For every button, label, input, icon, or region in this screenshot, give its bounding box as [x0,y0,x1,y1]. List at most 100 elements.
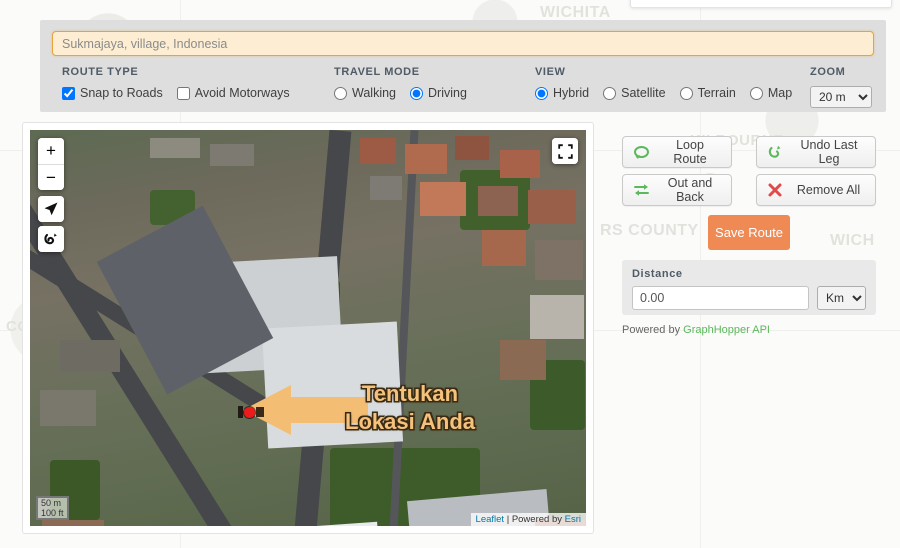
snap-to-roads-checkbox[interactable] [62,86,75,100]
esri-link[interactable]: Esri [565,514,581,525]
locate-arrow-icon[interactable] [38,196,64,222]
fullscreen-control[interactable] [552,138,578,164]
remove-all-label: Remove All [796,183,861,197]
distance-unit-select[interactable]: KmMimft [817,286,866,310]
out-and-back-icon [633,182,650,198]
building-roof [40,390,96,426]
radio-walking[interactable]: Walking [334,86,396,100]
location-marker[interactable] [238,406,264,418]
annotation-line-2: Lokasi Anda [345,409,475,434]
loop-route-button[interactable]: Loop Route [622,136,732,168]
zoom-select[interactable]: 20 m50 m100 m200 m500 m1 km [810,86,872,108]
building-roof [528,190,576,224]
radio-terrain[interactable]: Terrain [679,86,736,100]
route-type-group: ROUTE TYPE Snap to Roads Avoid Motorways [62,66,290,100]
walking-label: Walking [352,86,396,100]
snap-to-roads-label: Snap to Roads [80,86,163,100]
undo-last-leg-icon [767,144,784,160]
map-label: Map [767,86,793,100]
view-legend: VIEW [535,66,566,78]
leaflet-link[interactable]: Leaflet [476,514,505,525]
undo-route-icon[interactable] [38,226,64,252]
building-roof [535,240,583,280]
undo-route-control[interactable] [38,226,64,252]
building-roof [500,150,540,178]
building-roof [405,144,447,174]
building-roof [455,136,489,160]
out-and-back-button[interactable]: Out and Back [622,174,732,206]
loop-route-label: Loop Route [673,138,707,166]
travel-mode-group: TRAVEL MODE Walking Driving [334,66,467,100]
building-roof [530,295,584,339]
building-roof [60,340,120,372]
annotation-line-1: Tentukan [361,381,459,406]
marker-glyph-left [238,406,243,418]
terrain-radio[interactable] [679,86,693,100]
view-group: VIEW Hybrid Satellite Terrain Map [535,66,792,100]
radio-driving[interactable]: Driving [410,86,467,100]
radio-satellite[interactable]: Satellite [603,86,666,100]
building-roof [210,144,254,166]
building-roof [478,186,518,216]
avoid-motorways-label: Avoid Motorways [194,86,290,100]
graphhopper-link[interactable]: GraphHopper API [683,324,770,336]
walking-radio[interactable] [334,86,347,100]
attribution-separator: | [504,514,512,525]
search-input[interactable] [52,31,874,56]
map-container: + − Tentukan Lokasi Anda 50 m 100 ft Lea… [22,122,594,534]
remove-all-button[interactable]: Remove All [756,174,876,206]
driving-label: Driving [428,86,467,100]
distance-panel: Distance KmMimft [622,260,876,315]
undo-last-leg-button[interactable]: Undo Last Leg [756,136,876,168]
remove-all-icon [767,182,783,198]
building-roof [500,340,546,380]
travel-mode-legend: TRAVEL MODE [334,66,420,78]
radio-map[interactable]: Map [749,86,793,100]
scale-metric: 50 m [36,496,69,508]
leaflet-map[interactable]: + − Tentukan Lokasi Anda 50 m 100 ft Lea… [30,130,586,526]
zoom-in-button[interactable]: + [38,138,64,164]
zoom-group: ZOOM 20 m50 m100 m200 m500 m1 km [810,66,872,108]
attribution-powered-by: Powered by [511,514,565,525]
zoom-legend: ZOOM [810,66,846,78]
hybrid-label: Hybrid [553,86,590,100]
map-attribution: Leaflet | Powered by Esri [470,513,586,526]
checkbox-avoid-motorways[interactable]: Avoid Motorways [176,86,290,100]
map-radio[interactable] [749,86,763,100]
fullscreen-icon[interactable] [552,138,578,164]
route-type-legend: ROUTE TYPE [62,66,139,78]
building-roof [482,230,526,266]
satellite-label: Satellite [621,86,666,100]
loop-route-icon [633,144,650,160]
marker-dot-icon [244,406,255,418]
powered-by-prefix: Powered by [622,324,684,336]
out-and-back-label: Out and Back [667,176,713,204]
building-roof [420,182,466,216]
save-route-button[interactable]: Save Route [708,215,790,250]
route-options-panel: ROUTE TYPE Snap to Roads Avoid Motorways… [40,20,886,112]
checkbox-snap-to-roads[interactable]: Snap to Roads [62,86,163,100]
marker-glyph-right [256,407,264,417]
building-roof [150,138,200,158]
hybrid-radio[interactable] [535,86,548,100]
locate-control[interactable] [38,196,64,222]
zoom-out-button[interactable]: − [38,164,64,190]
distance-input[interactable] [632,286,809,310]
bg-watermark: RS COUNTY [600,222,699,239]
background-panel-fragment [630,0,892,8]
building-roof [370,176,402,200]
radio-hybrid[interactable]: Hybrid [535,86,589,100]
avoid-motorways-checkbox[interactable] [176,86,190,100]
building-roof [360,138,396,164]
powered-by-footer: Powered by GraphHopper API [622,324,770,336]
map-scale-bar: 50 m 100 ft [36,496,69,520]
distance-legend: Distance [632,268,683,280]
satellite-radio[interactable] [603,86,617,100]
bg-watermark: WICH [830,232,875,249]
driving-radio[interactable] [410,86,423,100]
annotation-text: Tentukan Lokasi Anda [320,380,500,436]
scale-imperial: 100 ft [36,508,69,520]
undo-last-leg-label: Undo Last Leg [800,138,858,166]
building-roof [42,520,104,526]
zoom-control[interactable]: + − [38,138,64,190]
